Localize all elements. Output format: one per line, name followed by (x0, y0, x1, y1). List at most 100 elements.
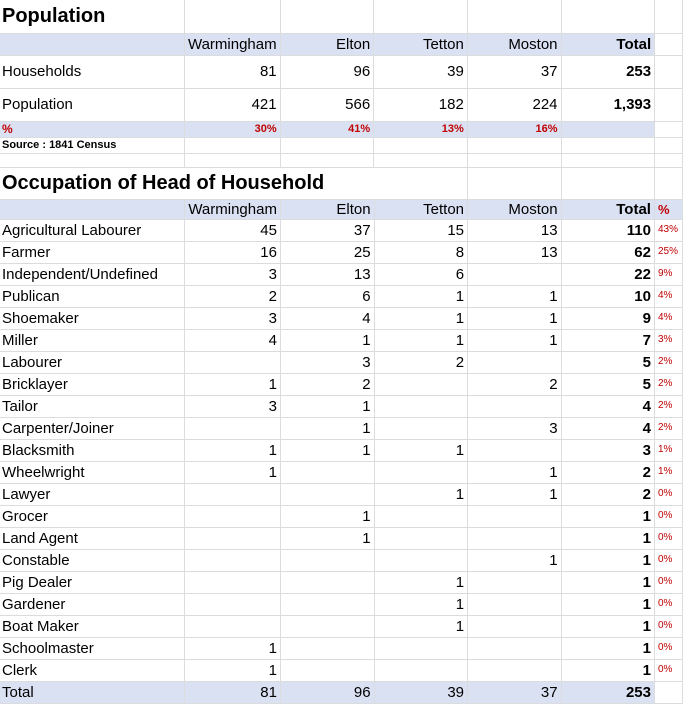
cell-moston: 1 (467, 285, 562, 308)
cell-pct: 0% (654, 637, 683, 660)
cell-pct: 1% (654, 461, 683, 484)
table-row: Bricklayer 1 2 2 5 2% (0, 373, 683, 396)
cell-moston: 1 (467, 483, 562, 506)
cell-warmingham: 1 (184, 439, 281, 462)
households-warmingham: 81 (184, 55, 281, 89)
occupation-label: Pig Dealer (0, 571, 186, 594)
cell-moston (467, 351, 562, 374)
cell-total: 1 (561, 505, 655, 528)
table-row: Schoolmaster 1 1 0% (0, 637, 683, 660)
table-row: Publican 2 6 1 1 10 4% (0, 285, 683, 308)
cell-warmingham: 3 (184, 395, 281, 418)
cell-total: 22 (561, 263, 655, 286)
cell-pct: 2% (654, 351, 683, 374)
cell-total: 10 (561, 285, 655, 308)
table-row: Farmer 16 25 8 13 62 25% (0, 241, 683, 264)
cell-pct: 0% (654, 571, 683, 594)
cell-warmingham (184, 549, 281, 572)
cell-elton: 1 (280, 527, 375, 550)
cell-tetton (374, 373, 469, 396)
cell-moston: 3 (467, 417, 562, 440)
occupation-label: Grocer (0, 505, 186, 528)
cell-total: 4 (561, 395, 655, 418)
occupation-label: Land Agent (0, 527, 186, 550)
cell-elton (280, 615, 375, 638)
occupation-label: Constable (0, 549, 186, 572)
cell-elton: 37 (280, 219, 375, 242)
cell-elton: 1 (280, 395, 375, 418)
total-elton: 96 (280, 681, 375, 704)
cell-tetton: 1 (374, 615, 469, 638)
cell-total: 110 (561, 219, 655, 242)
occupation-total-row: Total 81 96 39 37 253 (0, 681, 683, 704)
cell-tetton (374, 461, 469, 484)
occ-header-tetton: Tetton (374, 199, 469, 220)
cell-warmingham: 16 (184, 241, 281, 264)
cell-warmingham: 1 (184, 637, 281, 660)
cell-pct: 4% (654, 307, 683, 330)
occupation-label: Publican (0, 285, 186, 308)
cell-elton (280, 571, 375, 594)
cell-total: 62 (561, 241, 655, 264)
cell-tetton: 8 (374, 241, 469, 264)
cell-pct: 0% (654, 615, 683, 638)
occ-header-warmingham: Warmingham (184, 199, 281, 220)
cell-tetton (374, 417, 469, 440)
occupation-label: Shoemaker (0, 307, 186, 330)
cell-elton: 1 (280, 505, 375, 528)
population-warmingham: 421 (184, 88, 281, 122)
cell-warmingham (184, 615, 281, 638)
population-elton: 566 (280, 88, 375, 122)
cell-moston: 1 (467, 307, 562, 330)
cell-tetton (374, 527, 469, 550)
population-header-row: Warmingham Elton Tetton Moston Total (0, 33, 683, 56)
cell-warmingham: 4 (184, 329, 281, 352)
cell-moston (467, 527, 562, 550)
occupation-label: Boat Maker (0, 615, 186, 638)
header-elton: Elton (280, 33, 375, 56)
cell-pct: 0% (654, 527, 683, 550)
cell-total: 1 (561, 593, 655, 616)
cell-tetton (374, 659, 469, 682)
cell-moston: 13 (467, 219, 562, 242)
cell-pct: 43% (654, 219, 683, 242)
cell-total: 1 (561, 571, 655, 594)
households-label: Households (0, 55, 185, 89)
cell-tetton: 1 (374, 307, 469, 330)
occupation-label: Independent/Undefined (0, 263, 186, 286)
cell-total: 5 (561, 351, 655, 374)
cell-moston: 2 (467, 373, 562, 396)
occupation-title: Occupation of Head of Household (0, 168, 375, 200)
pct-tetton: 13% (373, 121, 468, 138)
cell-moston (467, 615, 562, 638)
cell-tetton: 15 (374, 219, 469, 242)
cell-pct: 2% (654, 395, 683, 418)
cell-total: 2 (561, 461, 655, 484)
cell-moston (467, 637, 562, 660)
occupation-label: Agricultural Labourer (0, 219, 186, 242)
population-total: 1,393 (561, 88, 656, 122)
cell-elton: 1 (280, 439, 375, 462)
table-row: Carpenter/Joiner 1 3 4 2% (0, 417, 683, 440)
cell-total: 1 (561, 549, 655, 572)
cell-warmingham (184, 351, 281, 374)
occ-header-elton: Elton (280, 199, 375, 220)
occupation-label: Lawyer (0, 483, 186, 506)
cell-total: 9 (561, 307, 655, 330)
population-moston: 224 (467, 88, 562, 122)
population-row: Population 421 566 182 224 1,393 (0, 88, 683, 122)
cell-moston (467, 505, 562, 528)
occupation-label: Farmer (0, 241, 186, 264)
table-row: Independent/Undefined 3 13 6 22 9% (0, 263, 683, 286)
cell-pct: 3% (654, 329, 683, 352)
occ-header-moston: Moston (467, 199, 562, 220)
cell-total: 1 (561, 637, 655, 660)
cell-elton: 6 (280, 285, 375, 308)
population-table: Population Warmingham Elton Tetton Mosto… (0, 0, 683, 168)
cell-total: 7 (561, 329, 655, 352)
cell-warmingham: 3 (184, 307, 281, 330)
households-elton: 96 (280, 55, 375, 89)
occupation-label: Wheelwright (0, 461, 186, 484)
cell-moston: 13 (467, 241, 562, 264)
cell-warmingham (184, 593, 281, 616)
